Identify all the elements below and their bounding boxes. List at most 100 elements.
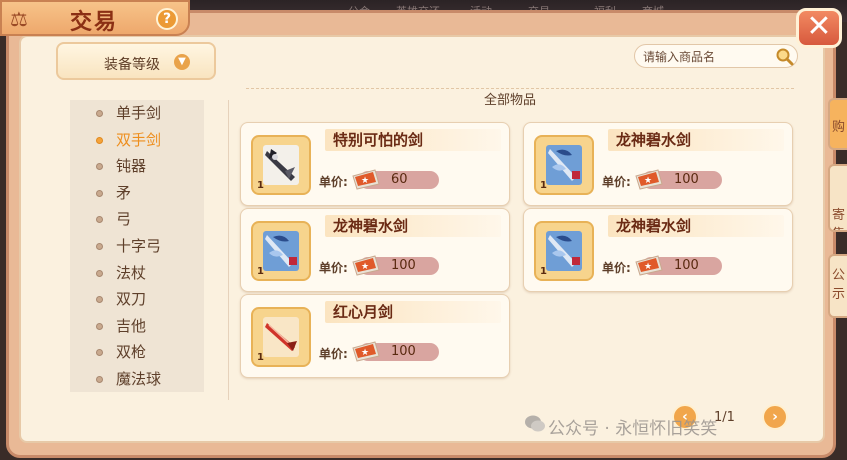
item-icon-frame: 1 [251, 221, 311, 281]
item-card[interactable]: 1 龙神碧水剑 单价: ★ 100 [523, 208, 793, 292]
coupon-icon: ★ [635, 169, 663, 190]
coupon-icon: ★ [352, 255, 380, 276]
item-icon-frame: 1 [251, 307, 311, 367]
bullet-icon [96, 269, 103, 277]
close-button[interactable]: ✕ [796, 8, 842, 48]
divider [228, 100, 229, 400]
category-item[interactable]: 魔法球 [70, 366, 204, 393]
category-label: 魔法球 [116, 369, 162, 388]
category-list: 单手剑 双手剑 钝器 矛 弓 十字弓 法杖 双刀 吉他 双枪 魔法球 [70, 100, 204, 392]
item-price: 100 [391, 258, 416, 273]
item-price: 60 [391, 172, 408, 187]
category-label: 双枪 [116, 343, 147, 362]
svg-text:★: ★ [361, 262, 369, 272]
coupon-icon: ★ [352, 169, 380, 190]
price-label: 单价: [319, 347, 348, 361]
bullet-icon [96, 189, 103, 197]
price-label: 单价: [319, 261, 348, 275]
item-icon-frame: 1 [251, 135, 311, 195]
category-label: 钝器 [116, 157, 147, 176]
category-label: 矛 [116, 183, 132, 202]
red-sword-icon [263, 317, 299, 357]
side-tab-label: 购 [832, 120, 846, 135]
side-tab-buy[interactable]: 购 [828, 98, 847, 150]
item-card[interactable]: 1 龙神碧水剑 单价: ★ 100 [523, 122, 793, 206]
category-item[interactable]: 单手剑 [70, 100, 204, 127]
category-item[interactable]: 矛 [70, 180, 204, 207]
item-quantity: 1 [257, 266, 264, 277]
bullet-icon [96, 216, 103, 224]
category-item[interactable]: 双刀 [70, 286, 204, 313]
level-dropdown[interactable]: 装备等级 ▼ [56, 42, 216, 80]
dragon-sword-icon [263, 231, 299, 271]
scale-icon: ⚖ [10, 7, 28, 31]
item-name: 龙神碧水剑 [616, 217, 692, 235]
item-price: 100 [674, 172, 699, 187]
bullet-icon [96, 322, 103, 330]
side-tab-consign[interactable]: 寄售 [828, 164, 847, 232]
svg-text:★: ★ [361, 176, 369, 186]
item-price: 100 [674, 258, 699, 273]
item-quantity: 1 [540, 180, 547, 191]
price-label: 单价: [602, 175, 631, 189]
bullet-icon [96, 163, 103, 171]
side-tab-label: 寄售 [832, 208, 846, 230]
category-item[interactable]: 吉他 [70, 313, 204, 340]
next-page-button[interactable]: › [762, 404, 788, 430]
item-quantity: 1 [540, 266, 547, 277]
svg-text:★: ★ [361, 348, 369, 358]
item-quantity: 1 [257, 180, 264, 191]
price-label: 单价: [602, 261, 631, 275]
bullet-icon [96, 375, 103, 383]
bullet-icon [96, 242, 103, 250]
category-item[interactable]: 双枪 [70, 339, 204, 366]
title-tab: ⚖ 交易 ? [0, 0, 190, 36]
search-input[interactable] [643, 48, 769, 66]
search-icon[interactable] [775, 47, 795, 67]
level-dropdown-label: 装备等级 [104, 57, 160, 73]
category-item[interactable]: 法杖 [70, 260, 204, 287]
dragon-sword-icon [546, 231, 582, 271]
coupon-icon: ★ [635, 255, 663, 276]
category-label: 单手剑 [116, 104, 162, 122]
coupon-icon: ★ [352, 341, 380, 362]
item-card[interactable]: 1 特别可怕的剑 单价: ★ 60 [240, 122, 510, 206]
watermark-text: 公众号 · 永恒怀旧笑笑 [548, 419, 718, 439]
item-name: 红心月剑 [333, 303, 394, 321]
dragon-sword-icon [546, 145, 582, 185]
item-price: 100 [391, 344, 416, 359]
item-card[interactable]: 1 红心月剑 单价: ★ 100 [240, 294, 510, 378]
category-label: 十字弓 [116, 236, 162, 255]
svg-text:★: ★ [644, 262, 652, 272]
chevron-down-icon: ▼ [174, 54, 190, 70]
category-label: 法杖 [116, 263, 147, 282]
category-item[interactable]: 弓 [70, 206, 204, 233]
bullet-icon [96, 110, 103, 117]
category-label: 双手剑 [116, 130, 162, 149]
dark-sword-icon [263, 145, 299, 185]
search-box [634, 44, 798, 68]
category-label: 弓 [116, 210, 132, 229]
item-name: 龙神碧水剑 [333, 217, 409, 235]
price-label: 单价: [319, 175, 348, 189]
item-name: 特别可怕的剑 [333, 131, 424, 149]
item-icon-frame: 1 [534, 135, 594, 195]
category-label: 双刀 [116, 290, 147, 309]
bullet-icon [96, 349, 103, 357]
bullet-icon [96, 136, 103, 144]
item-icon-frame: 1 [534, 221, 594, 281]
category-item[interactable]: 十字弓 [70, 233, 204, 260]
category-item-active[interactable]: 双手剑 [70, 127, 204, 154]
category-label: 吉他 [116, 316, 147, 335]
svg-text:★: ★ [644, 176, 652, 186]
page-title: 交易 [70, 9, 119, 35]
help-button[interactable]: ? [156, 8, 178, 30]
wechat-icon [525, 415, 545, 432]
category-item[interactable]: 钝器 [70, 153, 204, 180]
side-tab-notice[interactable]: 公示 [828, 254, 847, 318]
side-tab-label: 公示 [832, 268, 846, 302]
item-quantity: 1 [257, 352, 264, 363]
section-title: 全部物品 [484, 93, 537, 108]
item-name: 龙神碧水剑 [616, 131, 692, 149]
item-card[interactable]: 1 龙神碧水剑 单价: ★ 100 [240, 208, 510, 292]
